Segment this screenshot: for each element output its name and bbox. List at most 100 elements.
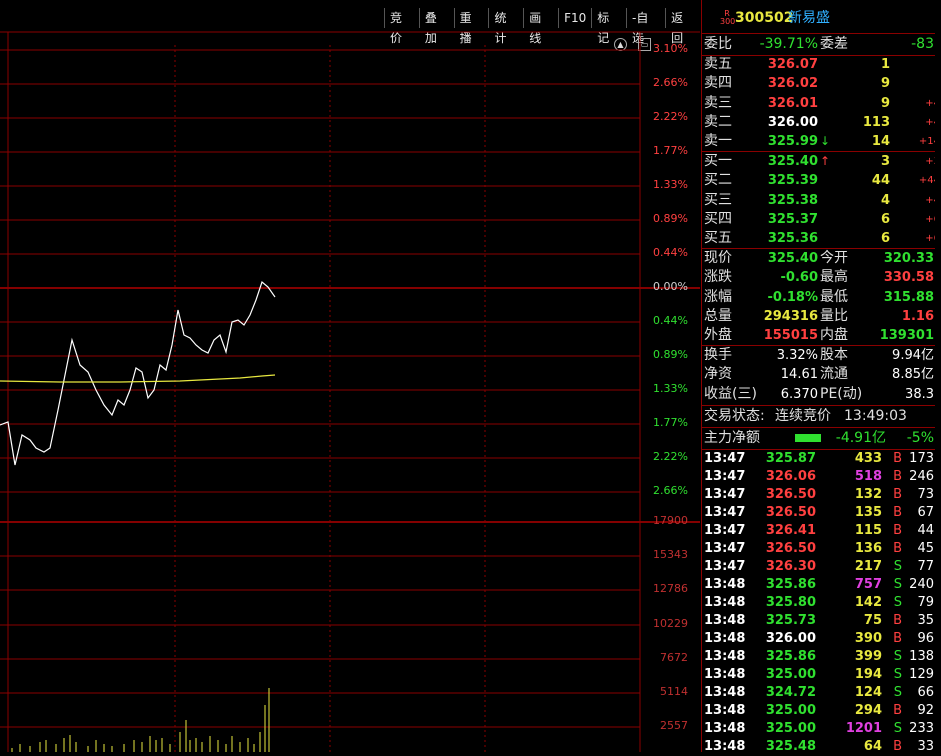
tick-count: 44 [917,523,934,538]
order-volume: 113 [862,114,890,130]
tick-volume: 390 [854,631,882,646]
tick-price: 325.80 [765,595,816,610]
tick-count: 173 [909,451,934,466]
tick-row: 13:47 326.50 135 B 67 [702,504,941,522]
tick-count: 96 [917,631,934,646]
main-flow-pct: -5% [906,430,934,446]
order-price: 325.37 [767,211,818,227]
tick-count: 92 [917,703,934,718]
order-price: 326.00 [767,114,818,130]
chart-canvas [0,31,700,752]
tick-count: 73 [917,487,934,502]
pct-label: 0.89% [653,348,688,361]
pct-label: 0.44% [653,246,688,259]
pct-label: 2.22% [653,110,688,123]
order-row: 卖一 325.99 ↓ 14 +14 [702,132,941,151]
quote-value: 315.88 [883,289,934,305]
tick-side: B [893,739,902,754]
order-row: 卖四 326.02 9 [702,74,941,93]
info-value: 6.370 [780,386,818,402]
main-flow-value: -4.91亿 [835,430,886,446]
pct-label: 2.22% [653,450,688,463]
average-line [0,374,276,383]
quote-label: 量比 [820,307,848,324]
tick-time: 13:47 [704,487,746,502]
tick-volume: 433 [854,451,882,466]
quote-row: 涨跌 -0.60 最高 330.58 [702,268,941,287]
intraday-chart[interactable]: 竞价 叠加 重播 统计 画线 F10 标记 -自选 返回 ▲ ▭ 3.10% 2.66% 2.22%… [0,0,700,752]
tick-time: 13:48 [704,685,746,700]
tick-volume: 135 [854,505,882,520]
main-flow-row[interactable]: 主力净额 -4.91亿 -5% [702,429,941,448]
tick-count: 67 [917,505,934,520]
order-price: 325.40 [767,154,818,169]
order-label: 卖五 [704,56,732,72]
panel-edge [935,0,941,752]
quote-label: 现价 [704,250,732,266]
tick-price: 324.72 [765,685,816,700]
tick-row: 13:48 324.72 124 S 66 [702,684,941,702]
pct-label: 1.33% [653,178,688,191]
quote-value: 325.40 [767,251,818,266]
tick-side: B [893,487,902,502]
tick-count: 45 [917,541,934,556]
weibi-row: 委比 -39.71% 委差 -83 [702,35,941,54]
tick-price: 326.06 [765,469,816,484]
tick-time: 13:48 [704,739,746,754]
tick-count: 246 [909,469,934,484]
tick-volume: 194 [854,667,882,682]
order-volume: 1 [880,57,890,72]
stock-name[interactable]: 新易盛 [788,9,830,28]
info-label: 换手 [704,347,732,363]
order-volume: 6 [880,231,890,247]
quote-value: 1.16 [901,308,934,324]
order-volume: 9 [880,95,890,111]
tick-price: 325.73 [765,613,816,628]
tick-side: S [893,649,902,664]
pct-label: 1.77% [653,144,688,157]
tick-side: S [893,559,902,574]
order-row: 买五 325.36 6 +6 [702,229,941,248]
tick-price: 326.00 [765,631,816,646]
tick-time: 13:47 [704,469,746,484]
tick-price: 326.50 [765,487,816,502]
order-price: 325.38 [767,192,818,208]
tick-time: 13:47 [704,559,746,574]
tick-price: 325.86 [765,649,816,664]
tick-time: 13:48 [704,577,746,592]
main-flow-label: 主力净额 [704,430,760,446]
tick-row: 13:47 326.41 115 B 44 [702,522,941,540]
tick-side: S [893,595,902,610]
tick-volume: 1201 [845,721,882,736]
quote-label: 外盘 [704,327,732,344]
order-row: 买三 325.38 4 +4 [702,191,941,210]
tick-volume: 142 [854,595,882,610]
tick-price: 325.48 [765,739,816,754]
tick-side: B [893,505,902,520]
trade-status-time: 13:49:03 [844,408,907,424]
trade-status-row: 交易状态: 连续竞价 13:49:03 [702,407,941,426]
order-arrow-icon: ↓ [819,134,830,149]
tick-row: 13:48 325.86 399 S 138 [702,648,941,666]
order-label: 买二 [704,172,732,189]
order-label: 买四 [704,210,732,227]
order-row: 买二 325.39 44 +44 [702,171,941,190]
tick-time: 13:48 [704,667,746,682]
tick-price: 326.50 [765,505,816,520]
quote-row: 外盘 155015 内盘 139301 [702,326,941,345]
quote-value: 139301 [879,328,934,344]
order-arrow-icon: ↑ [819,154,830,168]
info-label: 股本 [820,347,848,363]
stock-code[interactable]: 300502 [735,9,793,28]
tick-side: S [893,667,902,682]
tick-side: B [893,631,902,646]
info-label: 净资 [704,366,732,383]
tick-side: B [893,541,902,556]
tick-row: 13:48 325.48 64 B 33 [702,738,941,756]
order-volume: 9 [880,76,890,92]
quote-label: 最高 [820,269,848,286]
info-label: 流通 [820,366,848,383]
order-row: 买四 325.37 6 +6 [702,210,941,229]
tick-row: 13:48 325.80 142 S 79 [702,594,941,612]
tick-count: 129 [909,667,934,682]
